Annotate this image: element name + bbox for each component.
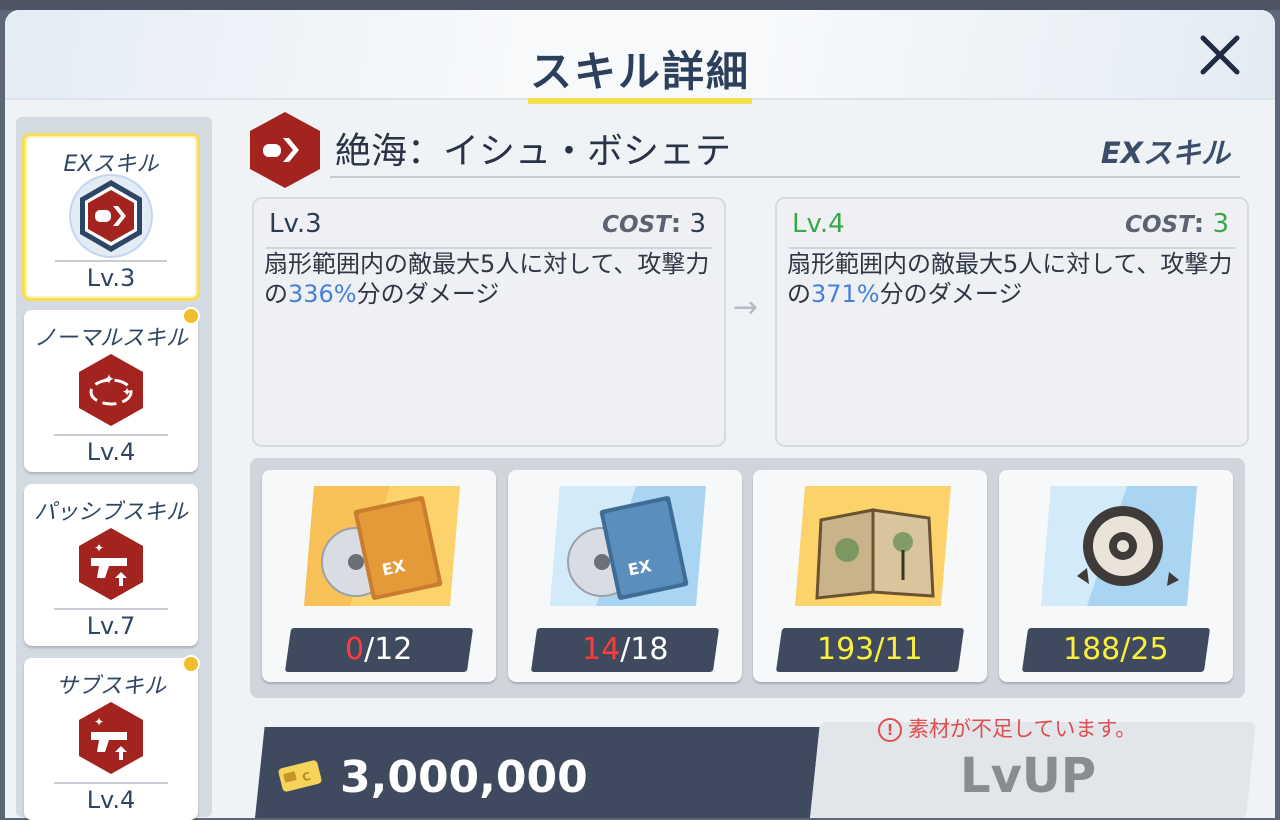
damage-percent: 371% xyxy=(811,280,880,308)
tab-divider xyxy=(54,434,168,436)
warning-icon: ! xyxy=(878,718,902,742)
credit-card-icon: C xyxy=(278,760,322,792)
tab-level: Lv.3 xyxy=(86,264,136,292)
warning-text: 素材が不足しています。 xyxy=(908,717,1137,741)
owned-count: 193 xyxy=(817,632,875,667)
cost-separator: : xyxy=(1193,209,1205,239)
next-level-box: Lv.4 COST: 3 扇形範囲内の敵最大5人に対して、攻撃力の371%分のダ… xyxy=(775,197,1249,447)
page-title: スキル詳細 xyxy=(529,47,750,96)
owned-count: 0 xyxy=(345,632,365,667)
svg-text:✦: ✦ xyxy=(94,715,104,729)
material-item[interactable]: EX 0/12 xyxy=(262,470,496,682)
skill-name: 絶海：イシュ・ボシェテ xyxy=(335,131,732,172)
tab-sub-skill[interactable]: サブスキル ✦ Lv.4 xyxy=(24,655,200,820)
tab-ex-skill[interactable]: EXスキル Lv.3 xyxy=(22,133,200,301)
level-up-label: LvUP xyxy=(960,748,1097,804)
description-text: 分のダメージ xyxy=(356,280,500,308)
ex-tech-notes-gehenna-tier3-icon: EX xyxy=(304,486,460,606)
tab-level: Lv.4 xyxy=(86,438,136,466)
owned-count: 188 xyxy=(1063,632,1121,667)
required-count: 12 xyxy=(374,632,413,667)
tab-normal-skill[interactable]: ノーマルスキル ✦ ✦ Lv.4 xyxy=(24,307,200,472)
ancient-book-artifact-icon xyxy=(795,486,951,606)
tab-passive-skill[interactable]: パッシブスキル ✦ Lv.7 xyxy=(24,484,198,646)
cost-value: 3 xyxy=(689,209,706,239)
panel-header: スキル詳細 xyxy=(5,10,1275,104)
svg-text:✦: ✦ xyxy=(122,385,132,399)
material-item[interactable]: EX 14/18 xyxy=(508,470,742,682)
ex-skill-bullet-icon xyxy=(69,174,153,258)
tab-level: Lv.7 xyxy=(86,612,136,640)
next-level: Lv.4 xyxy=(792,209,845,239)
owned-count: 14 xyxy=(581,632,620,667)
description-text: 分のダメージ xyxy=(879,280,1023,308)
svg-text:✦: ✦ xyxy=(94,541,104,555)
arrow-right-icon: → xyxy=(733,290,759,325)
current-cost: COST: 3 xyxy=(602,209,706,239)
tab-divider xyxy=(54,608,168,610)
damage-percent: 336% xyxy=(288,280,357,308)
current-description: 扇形範囲内の敵最大5人に対して、攻撃力の336%分のダメージ xyxy=(264,249,712,309)
cost-separator: : xyxy=(670,209,682,239)
required-count: 11 xyxy=(884,632,923,667)
material-count: 0/12 xyxy=(284,628,474,672)
ex-tech-notes-gehenna-tier2-icon: EX xyxy=(550,486,706,606)
tab-level: Lv.4 xyxy=(86,786,136,814)
title-underline xyxy=(528,98,752,104)
background-strip xyxy=(0,0,1280,10)
material-count: 193/11 xyxy=(775,628,965,672)
current-level: Lv.3 xyxy=(269,209,322,239)
credit-cost: 3,000,000 xyxy=(340,752,588,803)
cost-label: COST xyxy=(602,212,671,238)
material-count: 188/25 xyxy=(1021,628,1211,672)
orbit-stars-icon: ✦ ✦ xyxy=(79,354,143,426)
count-separator: / xyxy=(619,632,631,667)
pistol-up-icon: ✦ xyxy=(79,702,143,774)
next-cost: COST: 3 xyxy=(1125,209,1229,239)
cost-label: COST xyxy=(1125,212,1194,238)
materials-panel: EX 0/12 EX 14/18 193/11 188/25 xyxy=(250,458,1245,698)
tab-divider xyxy=(54,782,168,784)
ex-skill-bullet-icon xyxy=(250,112,320,188)
close-icon[interactable] xyxy=(1195,30,1245,80)
required-count: 18 xyxy=(630,632,669,667)
material-item[interactable]: 188/25 xyxy=(999,470,1233,682)
material-count: 14/18 xyxy=(530,628,720,672)
required-count: 25 xyxy=(1130,632,1169,667)
next-description: 扇形範囲内の敵最大5人に対して、攻撃力の371%分のダメージ xyxy=(787,249,1235,309)
skill-tab-sidebar: EXスキル Lv.3 ノーマルスキル ✦ ✦ Lv.4 パッシブスキル ✦ Lv… xyxy=(16,117,212,820)
tab-divider xyxy=(55,260,167,262)
skill-type: EXスキル xyxy=(1100,136,1230,170)
svg-text:✦: ✦ xyxy=(103,372,115,388)
material-item[interactable]: 193/11 xyxy=(753,470,987,682)
material-shortage-warning: ! 素材が不足しています。 xyxy=(878,713,1136,743)
mechanism-gear-artifact-icon xyxy=(1041,486,1197,606)
skill-header-divider xyxy=(330,176,1240,178)
current-level-box: Lv.3 COST: 3 扇形範囲内の敵最大5人に対して、攻撃力の336%分のダ… xyxy=(252,197,726,447)
count-separator: / xyxy=(364,632,375,667)
pistol-up-icon: ✦ xyxy=(79,528,143,600)
cost-value: 3 xyxy=(1212,209,1229,239)
